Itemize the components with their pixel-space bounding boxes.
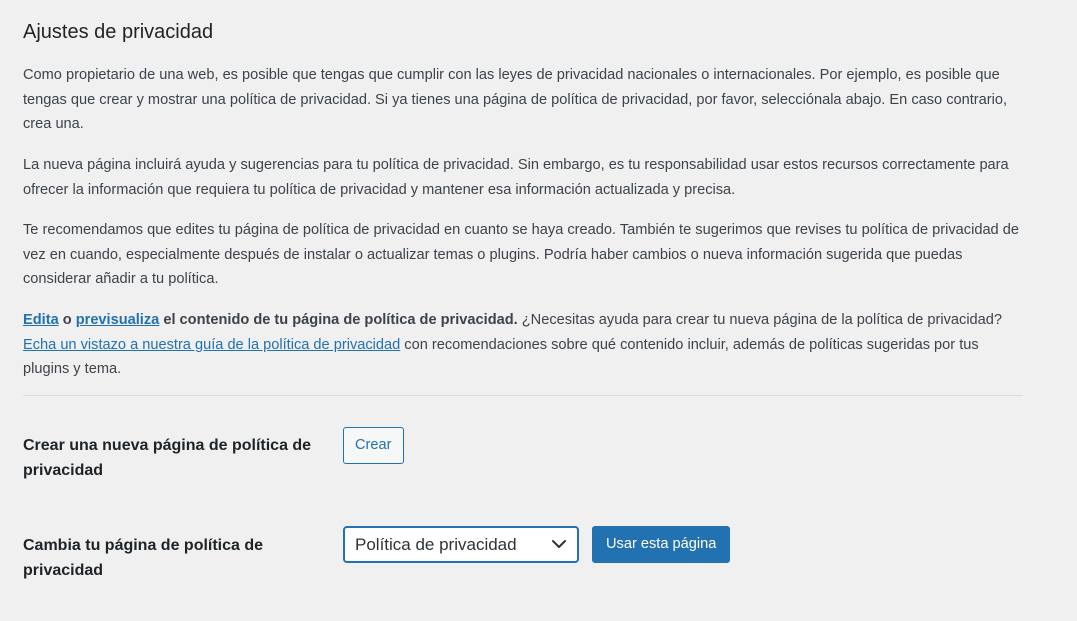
- intro-paragraph-2: La nueva página incluirá ayuda y sugeren…: [23, 157, 1009, 198]
- section-divider: [23, 395, 1023, 396]
- policy-page-select[interactable]: Política de privacidad: [343, 526, 579, 563]
- create-policy-label: Crear una nueva página de política de pr…: [23, 437, 312, 479]
- use-this-page-button[interactable]: Usar esta página: [592, 526, 731, 563]
- edit-content-text: el contenido de tu página de política de…: [159, 312, 518, 328]
- create-button[interactable]: Crear: [343, 427, 404, 464]
- change-policy-label: Cambia tu página de política de privacid…: [23, 537, 264, 579]
- intro-paragraph-3: Te recomendamos que edites tu página de …: [23, 222, 1019, 287]
- page-title: Ajustes de privacidad: [23, 21, 214, 43]
- or-text: o: [58, 312, 76, 328]
- edit-preview-paragraph: Edita o previsualiza el contenido de tu …: [23, 308, 1023, 382]
- chevron-down-icon: [552, 540, 566, 548]
- privacy-guide-link[interactable]: Echa un vistazo a nuestra guía de la pol…: [23, 337, 400, 353]
- edit-link[interactable]: Edita: [23, 312, 59, 328]
- policy-page-selected-value: Política de privacidad: [355, 535, 517, 554]
- intro-paragraph-1: Como propietario de una web, es posible …: [23, 67, 1008, 132]
- preview-link[interactable]: previsualiza: [76, 312, 160, 328]
- help-text: ¿Necesitas ayuda para crear tu nueva pág…: [517, 312, 1003, 328]
